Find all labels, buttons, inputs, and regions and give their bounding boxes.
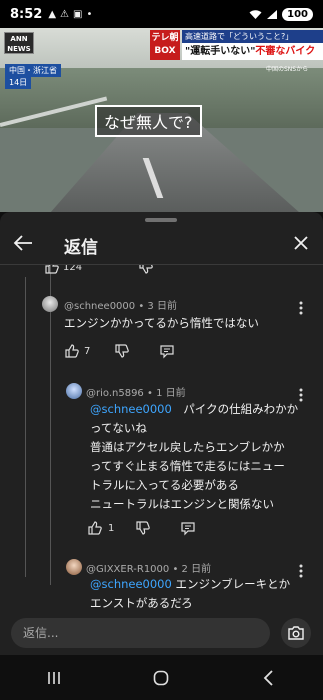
comment-line: エンストがあるだろ bbox=[90, 596, 193, 610]
comment-line: エンジンブレーキとか bbox=[171, 577, 291, 591]
dot-icon: • bbox=[86, 8, 93, 20]
like-count: 124 bbox=[63, 265, 83, 273]
comment-author[interactable]: @schnee0000 bbox=[64, 301, 135, 312]
headline-main-part1: "運転手いない" bbox=[185, 46, 256, 57]
comment-line: ってすぐ止まる惰性で走るにはニュー bbox=[90, 459, 285, 473]
like-button[interactable]: 1 bbox=[87, 520, 114, 536]
dislike-button[interactable] bbox=[135, 520, 151, 536]
wifi-icon bbox=[249, 9, 262, 19]
comment-author[interactable]: @rio.n5896 bbox=[86, 388, 144, 399]
reply-input[interactable] bbox=[11, 618, 270, 648]
comment-text: @schnee0000 パイクの仕組みわかか ってないね 普通はアクセル戻したら… bbox=[90, 400, 298, 514]
more-options-icon[interactable] bbox=[297, 300, 305, 316]
comment-text: @schnee0000 エンジンブレーキとか エンストがあるだろ bbox=[90, 575, 290, 613]
thumbs-up-icon bbox=[45, 265, 59, 274]
reply-thread-line bbox=[50, 265, 51, 585]
video-caption: なぜ無人で? bbox=[95, 105, 202, 137]
comments-list[interactable]: 124 @schnee0000 • 3 日前 エンジンかかってるから惰性ではない… bbox=[0, 265, 323, 613]
camera-button[interactable] bbox=[281, 618, 311, 648]
date-badge: 14日 bbox=[5, 76, 32, 89]
thumbs-up-icon bbox=[88, 521, 102, 535]
reply-button[interactable] bbox=[159, 343, 175, 359]
avatar[interactable] bbox=[66, 383, 82, 399]
source-label: 中国のSNSから bbox=[266, 66, 309, 73]
home-icon[interactable] bbox=[152, 669, 170, 687]
battery-indicator: 100 bbox=[282, 7, 313, 21]
like-count: 7 bbox=[84, 345, 91, 357]
like-count: 1 bbox=[108, 522, 115, 534]
comment-meta: @GIXXER-R1000 • 2 日前 bbox=[86, 564, 212, 575]
tv-box-logo: テレ朝 BOX bbox=[150, 30, 180, 60]
comment-line: エンジンかかってるから惰性ではない bbox=[64, 316, 259, 330]
thumbs-down-icon bbox=[136, 521, 150, 535]
clock: 8:52 bbox=[10, 6, 43, 22]
comment-time: 2 日前 bbox=[181, 564, 212, 575]
reply-button[interactable] bbox=[180, 520, 196, 536]
sheet-drag-handle[interactable] bbox=[145, 218, 177, 222]
system-back-icon[interactable] bbox=[260, 669, 278, 687]
comment-author[interactable]: @GIXXER-R1000 bbox=[86, 564, 169, 575]
thumbs-up-icon bbox=[65, 344, 79, 358]
signal-icon bbox=[267, 9, 278, 19]
comment-time: 3 日前 bbox=[147, 301, 177, 312]
mention-link[interactable]: @schnee0000 bbox=[90, 577, 172, 591]
like-button[interactable]: 7 bbox=[64, 343, 90, 359]
warning-icon: ⚠ bbox=[60, 8, 70, 20]
mention-link[interactable]: @schnee0000 bbox=[90, 402, 172, 416]
thumbs-down-icon bbox=[139, 265, 153, 274]
comment-text: エンジンかかってるから惰性ではない bbox=[64, 314, 259, 333]
sheet-title: 返信 bbox=[64, 238, 98, 258]
camera-icon bbox=[288, 626, 304, 640]
notification-icon: ▲ bbox=[48, 8, 57, 20]
status-bar: 8:52 ▲ ⚠ ▣ • 100 bbox=[0, 0, 323, 28]
more-options-icon[interactable] bbox=[297, 387, 305, 403]
comment-meta: @rio.n5896 • 1 日前 bbox=[86, 388, 186, 399]
comment-line: ニュートラルはエンジンと関係ない bbox=[90, 497, 274, 511]
headline-main: "運転手いない"不審なバイク bbox=[182, 43, 323, 60]
system-nav-bar bbox=[0, 655, 323, 700]
comment-line: 普通はアクセル戻したらエンブレかか bbox=[90, 440, 285, 454]
dislike-button[interactable] bbox=[138, 265, 154, 275]
comment-line: パイクの仕組みわかか bbox=[171, 402, 299, 416]
recent-apps-icon[interactable] bbox=[45, 669, 63, 687]
like-button[interactable]: 124 bbox=[44, 265, 82, 275]
headline-main-part2: 不審なバイク bbox=[255, 46, 316, 57]
comment-line: ってないね bbox=[90, 421, 147, 435]
video-player[interactable]: ANN NEWS 中国・浙江省 14日 テレ朝 BOX 高速道路で「どういうこと… bbox=[0, 28, 323, 212]
more-options-icon[interactable] bbox=[297, 563, 305, 579]
dislike-button[interactable] bbox=[114, 343, 130, 359]
comment-time: 1 日前 bbox=[156, 388, 186, 399]
channel-logo: ANN NEWS bbox=[4, 32, 34, 54]
thread-line bbox=[25, 277, 26, 577]
comment-line: トラルに入ってる必要がある bbox=[90, 478, 239, 492]
comment-meta: @schnee0000 • 3 日前 bbox=[64, 301, 177, 312]
reply-icon bbox=[181, 522, 195, 536]
back-arrow-icon[interactable] bbox=[12, 232, 34, 254]
close-icon[interactable] bbox=[290, 232, 312, 254]
avatar[interactable] bbox=[42, 296, 58, 312]
reply-icon bbox=[160, 345, 174, 359]
thumbs-down-icon bbox=[115, 344, 129, 358]
headline-top: 高速道路で「どういうこと?」 bbox=[182, 30, 323, 43]
avatar[interactable] bbox=[66, 559, 82, 575]
gallery-icon: ▣ bbox=[73, 8, 83, 20]
